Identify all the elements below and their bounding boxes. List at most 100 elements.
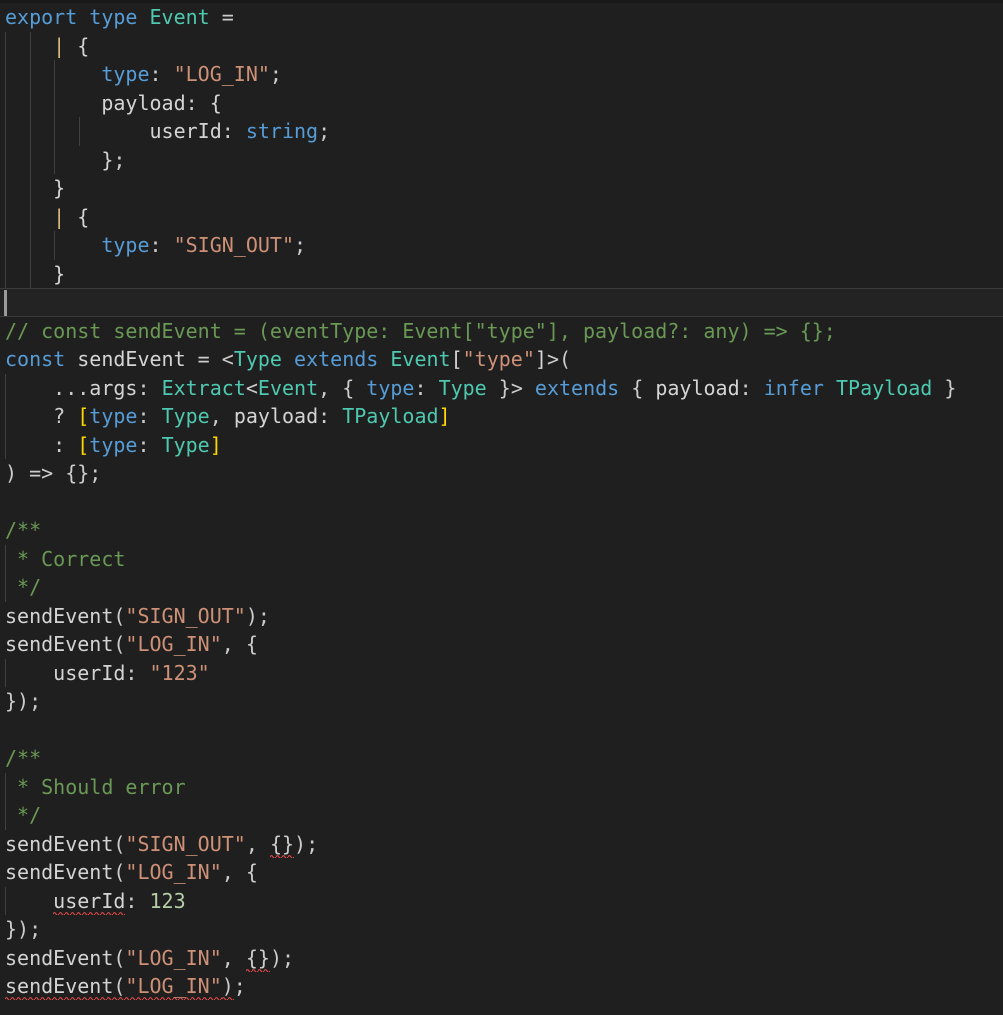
error-token: ( (113, 974, 126, 1000)
code-token: ( (113, 632, 126, 656)
code-line-text: const sendEvent = <Type extends Event["t… (0, 345, 1003, 374)
code-token: "type" (462, 347, 535, 371)
code-token: : (414, 375, 439, 400)
code-token: , { (221, 632, 258, 656)
code-line-text: | { (0, 203, 1003, 232)
code-line[interactable] (0, 716, 1003, 745)
code-token: Type (438, 375, 487, 400)
code-token: "SIGN_OUT" (125, 831, 246, 856)
code-line[interactable]: ...args: Extract<Event, { type: Type }> … (0, 373, 1003, 403)
code-token: = < (185, 347, 234, 371)
code-line[interactable]: const sendEvent = <Type extends Event["t… (0, 345, 1003, 374)
code-token: = (221, 5, 234, 29)
error-token: {} (245, 945, 270, 972)
code-line-text: /** (0, 744, 1003, 773)
code-token: type (89, 5, 138, 29)
code-line[interactable]: * Should error (0, 772, 1003, 801)
code-token: type (101, 62, 150, 86)
code-line[interactable]: userId: string; (0, 117, 1003, 146)
code-token: ) => {}; (5, 461, 102, 485)
code-token: : (125, 888, 150, 913)
code-line[interactable]: | { (0, 202, 1003, 232)
code-token: , { (318, 375, 367, 400)
code-line[interactable]: sendEvent("LOG_IN", {}); (0, 944, 1003, 973)
code-token: [ (450, 347, 463, 371)
code-editor[interactable]: export type Event = | { type: "LOG_IN"; … (0, 0, 1003, 1015)
code-token: */ (5, 803, 42, 827)
code-line[interactable]: sendEvent("SIGN_OUT", {}); (0, 830, 1003, 859)
code-line[interactable]: }); (0, 687, 1003, 716)
code-line[interactable] (0, 488, 1003, 517)
code-line-text: sendEvent("LOG_IN", { (0, 858, 1003, 887)
code-line[interactable]: export type Event = (0, 3, 1003, 32)
code-token: ; (294, 233, 307, 257)
code-line-text: }); (0, 915, 1003, 944)
code-line[interactable]: payload: { (0, 88, 1003, 117)
code-token: payload (101, 90, 186, 115)
code-line[interactable]: type: "LOG_IN"; (0, 60, 1003, 89)
code-line[interactable]: sendEvent("LOG_IN", { (0, 630, 1003, 659)
code-token: sendEvent (5, 632, 114, 656)
code-line-text: sendEvent("LOG_IN"); (0, 972, 1003, 1001)
code-content-area[interactable]: export type Event = | { type: "LOG_IN"; … (0, 3, 1003, 1001)
code-line[interactable]: } (0, 174, 1003, 203)
code-token: payload (233, 404, 319, 428)
code-token: infer (763, 375, 824, 400)
code-line[interactable]: }); (0, 915, 1003, 944)
code-token: : (125, 660, 150, 685)
code-token: } (101, 147, 114, 172)
code-token: string (245, 119, 319, 143)
code-line[interactable]: ) => {}; (0, 459, 1003, 488)
code-token: } (53, 261, 66, 286)
code-line-text: userId: "123" (0, 659, 1003, 688)
code-line[interactable]: /** (0, 516, 1003, 545)
code-line[interactable]: */ (0, 573, 1003, 602)
code-line[interactable]: type: "SIGN_OUT"; (0, 231, 1003, 260)
code-line[interactable]: sendEvent("LOG_IN", { (0, 858, 1003, 887)
code-line-text: ...args: Extract<Event, { type: Type }> … (0, 374, 1003, 403)
code-token: ); (269, 945, 295, 970)
code-line[interactable]: : [type: Type] (0, 430, 1003, 459)
code-line[interactable] (0, 288, 1003, 317)
code-token: Type (161, 432, 210, 457)
code-line[interactable]: /** (0, 744, 1003, 773)
code-token: ; (269, 62, 282, 86)
code-line[interactable]: // const sendEvent = (eventType: Event["… (0, 317, 1003, 346)
code-line-text: sendEvent("SIGN_OUT"); (0, 602, 1003, 631)
code-token: userId (149, 119, 222, 143)
code-line[interactable]: }; (0, 145, 1003, 174)
code-token: payload (655, 375, 740, 400)
code-line-text: | { (0, 32, 1003, 61)
code-token: /** (5, 518, 42, 542)
code-token: ; (318, 119, 331, 143)
code-line[interactable]: sendEvent("SIGN_OUT"); (0, 602, 1003, 631)
code-line[interactable]: ? [type: Type, payload: TPayload] (0, 402, 1003, 431)
code-line[interactable]: userId: "123" (0, 658, 1003, 688)
code-line[interactable]: } (0, 259, 1003, 288)
text-cursor (4, 290, 7, 316)
code-token: "LOG_IN" (125, 860, 222, 884)
code-line[interactable]: * Correct (0, 544, 1003, 574)
code-token: : (221, 119, 246, 143)
code-token: < (245, 375, 258, 400)
code-line[interactable]: userId: 123 (0, 886, 1003, 915)
code-line[interactable]: */ (0, 801, 1003, 830)
code-token: Event (390, 347, 451, 371)
code-line[interactable]: | { (0, 31, 1003, 61)
code-token: type (89, 404, 138, 428)
code-token: "SIGN_OUT" (173, 233, 295, 257)
code-line-text: ? [type: Type, payload: TPayload] (0, 402, 1003, 431)
code-line[interactable]: sendEvent("LOG_IN"); (0, 972, 1003, 1001)
code-line-text: * Correct (0, 545, 1003, 574)
code-token: args (89, 375, 138, 400)
